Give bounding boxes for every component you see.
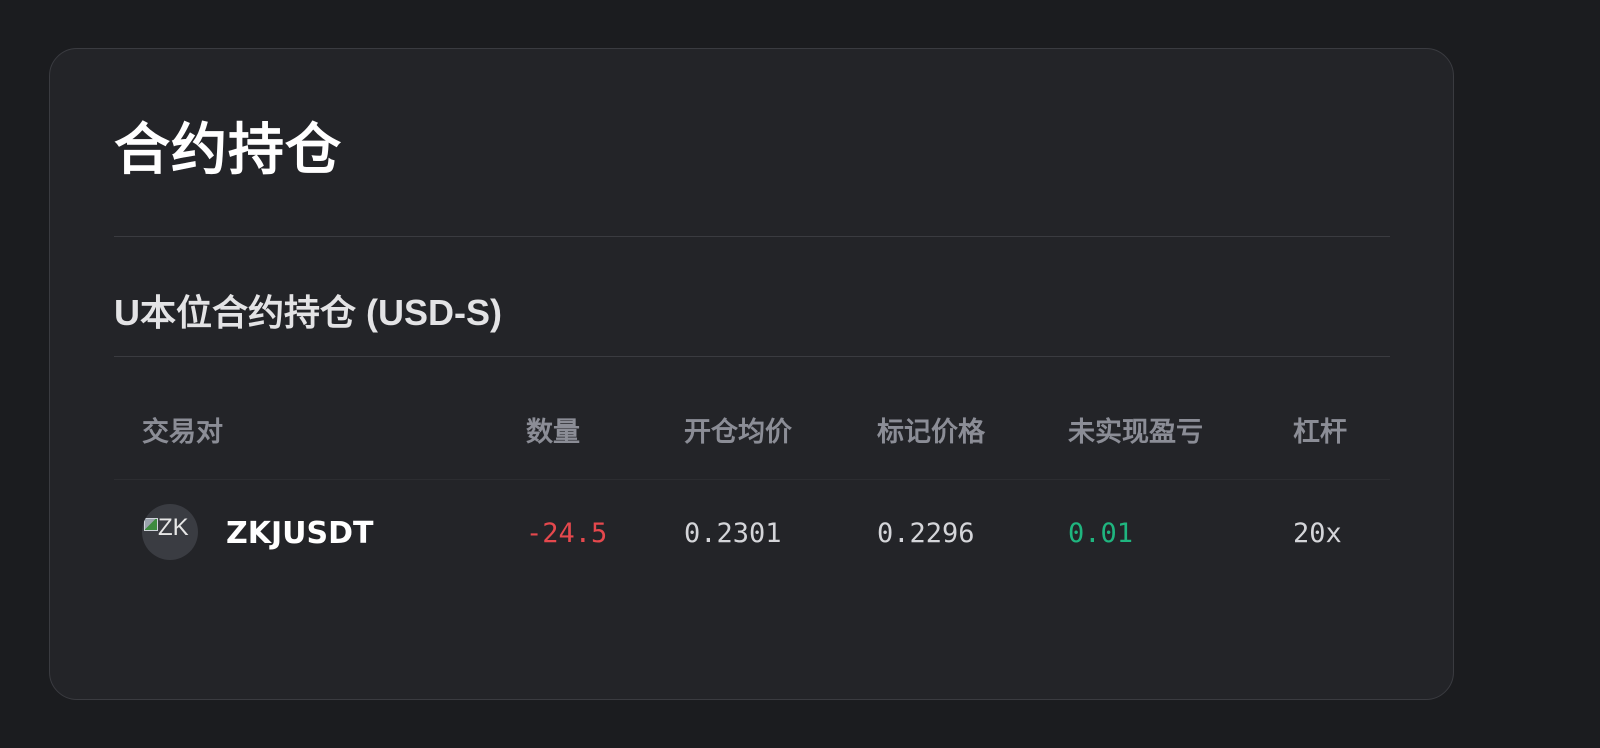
column-header-mark-price: 标记价格: [877, 417, 985, 447]
avatar: ZK: [142, 504, 198, 560]
page-title: 合约持仓: [114, 118, 342, 181]
entry-price-value: 0.2301: [684, 518, 782, 549]
broken-image-icon: [144, 518, 158, 531]
section-divider: [114, 356, 1390, 357]
unrealized-pnl-value: 0.01: [1068, 518, 1134, 549]
column-header-pair: 交易对: [142, 417, 223, 447]
pair-name: ZKJUSDT: [226, 516, 374, 551]
leverage-value: 20x: [1293, 518, 1342, 549]
header-divider: [114, 479, 1390, 480]
column-header-entry-price: 开仓均价: [684, 417, 792, 447]
section-title: U本位合约持仓 (USD-S): [114, 292, 502, 333]
column-header-unrealized-pnl: 未实现盈亏: [1068, 417, 1203, 447]
title-divider: [114, 236, 1390, 237]
avatar-alt-text: ZK: [158, 514, 189, 541]
mark-price-value: 0.2296: [877, 518, 975, 549]
column-header-leverage: 杠杆: [1293, 417, 1347, 447]
quantity-value: -24.5: [526, 518, 608, 549]
column-header-quantity: 数量: [526, 417, 580, 447]
